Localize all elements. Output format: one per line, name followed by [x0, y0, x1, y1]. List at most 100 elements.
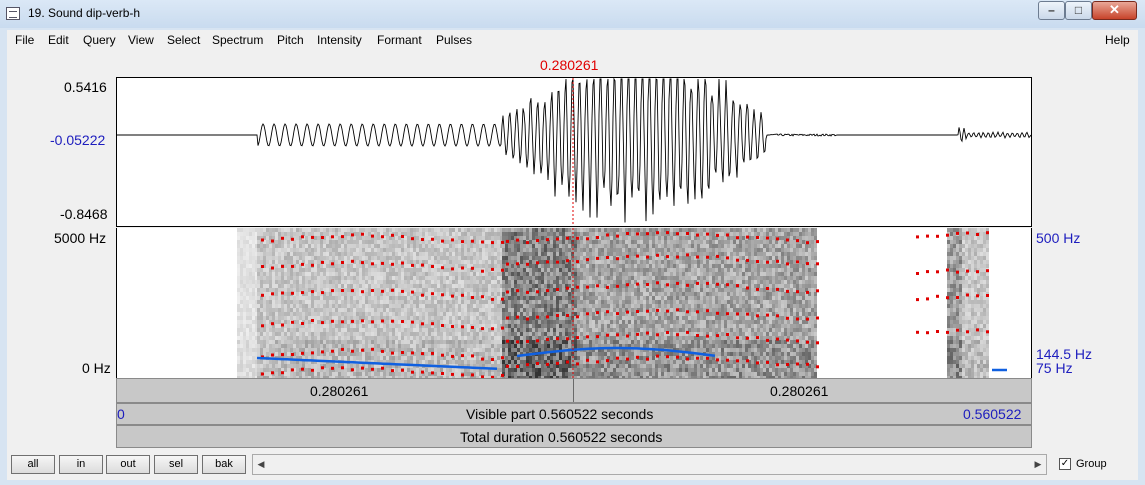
formant-dot — [976, 294, 979, 298]
formant-dot — [596, 236, 599, 239]
spectrogram-plot[interactable] — [117, 228, 1031, 378]
formant-dot — [916, 298, 919, 302]
formant-dot — [291, 353, 294, 356]
formant-dot — [331, 366, 334, 370]
selection-left-label[interactable]: 0.280261 — [310, 383, 368, 399]
formant-dot — [351, 349, 354, 353]
formant-dot — [586, 358, 589, 362]
maximize-button[interactable]: □ — [1065, 1, 1092, 20]
time-scrollbar[interactable]: ◀ ▶ — [252, 454, 1047, 475]
formant-dot — [526, 290, 529, 294]
formant-dot — [311, 263, 314, 267]
formant-dot — [776, 287, 779, 291]
formant-dot — [726, 256, 729, 260]
formant-dot — [596, 335, 599, 339]
formant-dot — [471, 239, 474, 243]
menu-select[interactable]: Select — [167, 33, 200, 47]
formant-dot — [261, 324, 264, 328]
formant-dot — [786, 363, 789, 366]
menu-file[interactable]: File — [15, 33, 34, 47]
formant-dot — [736, 359, 739, 363]
formant-dot — [796, 260, 799, 264]
formant-dot — [361, 348, 364, 352]
formant-dot — [516, 315, 519, 319]
formant-dot — [461, 240, 464, 244]
formant-dot — [716, 311, 719, 315]
formant-dot — [816, 289, 819, 293]
formant-dot — [566, 360, 569, 364]
formant-dot — [401, 368, 404, 372]
formant-dot — [726, 312, 729, 316]
formant-dot — [666, 255, 669, 259]
formant-dot — [461, 293, 464, 297]
visible-start-label: 0 — [117, 406, 125, 422]
formant-dot — [421, 263, 424, 267]
selection-right-label[interactable]: 0.280261 — [770, 383, 828, 399]
formant-dot — [706, 255, 709, 259]
waveform-plot[interactable] — [117, 78, 1031, 226]
formant-dot — [976, 270, 979, 274]
close-button[interactable]: ✕ — [1092, 1, 1137, 20]
formant-dot — [956, 231, 959, 235]
formant-dot — [956, 328, 959, 332]
menu-pitch[interactable]: Pitch — [277, 33, 304, 47]
zoom-out-button[interactable]: out — [106, 455, 150, 474]
formant-dot — [676, 308, 679, 312]
formant-dot — [686, 330, 689, 334]
zoom-all-button[interactable]: all — [11, 455, 55, 474]
formant-dot — [676, 232, 679, 236]
formant-dot — [666, 231, 669, 235]
formant-dot — [626, 283, 629, 287]
formant-dot — [401, 235, 404, 238]
formant-dot — [536, 239, 539, 242]
formant-dot — [556, 337, 559, 341]
formant-dot — [261, 238, 264, 242]
formant-dot — [341, 289, 344, 292]
zoom-in-button[interactable]: in — [59, 455, 103, 474]
formant-dot — [501, 373, 504, 377]
zoom-back-button[interactable]: bak — [202, 455, 246, 474]
formant-dot — [461, 354, 464, 358]
formant-dot — [646, 283, 649, 286]
menu-formant[interactable]: Formant — [377, 33, 422, 47]
formant-dot — [526, 241, 529, 245]
formant-dot — [331, 262, 334, 266]
formant-dot — [946, 268, 949, 272]
formant-dot — [401, 351, 404, 354]
formant-dot — [706, 309, 709, 313]
formant-dot — [506, 364, 509, 368]
group-label: Group — [1076, 458, 1107, 470]
menu-intensity[interactable]: Intensity — [317, 33, 362, 47]
menu-edit[interactable]: Edit — [48, 33, 69, 47]
selection-time-bar[interactable] — [116, 378, 1032, 403]
formant-dot — [776, 314, 779, 318]
menu-help[interactable]: Help — [1105, 33, 1130, 47]
close-icon: ✕ — [1109, 2, 1120, 17]
scroll-right-icon[interactable]: ▶ — [1030, 455, 1046, 474]
menu-query[interactable]: Query — [83, 33, 116, 47]
menu-spectrum[interactable]: Spectrum — [212, 33, 263, 47]
formant-dot — [776, 337, 779, 341]
formant-dot — [596, 256, 599, 260]
group-checkbox[interactable]: ✓ — [1059, 458, 1071, 470]
formant-dot — [506, 316, 509, 320]
formant-dot — [516, 365, 519, 368]
formant-dot — [331, 289, 334, 293]
formant-dot — [966, 269, 969, 273]
formant-dot — [726, 358, 729, 362]
waveform-max-label: 0.5416 — [64, 79, 107, 95]
minimize-button[interactable]: – — [1038, 1, 1065, 20]
menu-pulses[interactable]: Pulses — [436, 33, 472, 47]
formant-dot — [271, 266, 274, 270]
scroll-left-icon[interactable]: ◀ — [253, 455, 269, 474]
menu-view[interactable]: View — [128, 33, 154, 47]
formant-dot — [321, 291, 324, 295]
waveform-panel[interactable] — [116, 77, 1032, 227]
formant-dot — [986, 330, 989, 334]
zoom-selection-button[interactable]: sel — [154, 455, 198, 474]
formant-dot — [566, 236, 569, 240]
spectrogram-panel[interactable] — [116, 228, 1032, 378]
formant-dot — [716, 282, 719, 286]
formant-dot — [736, 312, 739, 316]
formant-dot — [321, 260, 324, 264]
